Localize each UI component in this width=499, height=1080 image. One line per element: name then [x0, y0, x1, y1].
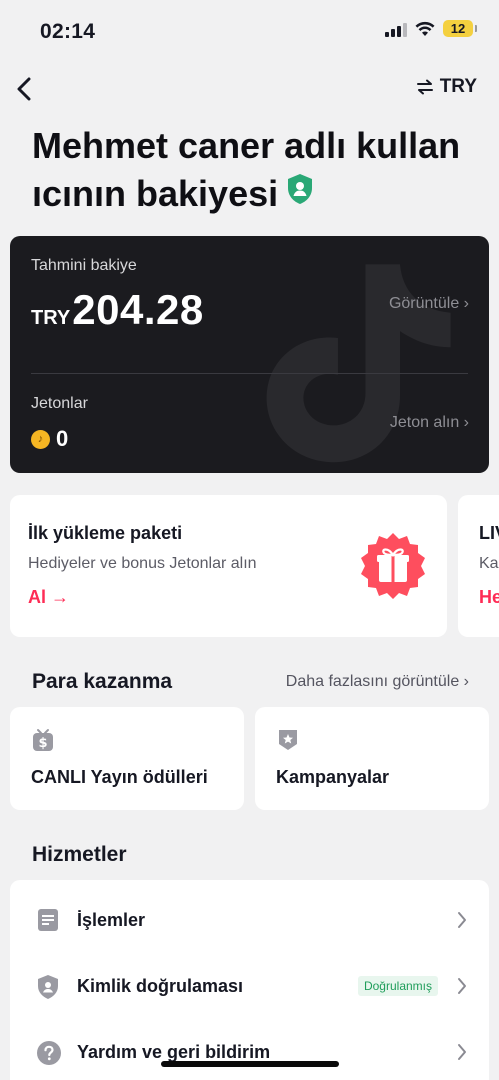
chevron-right-icon [458, 978, 466, 994]
nav-bar: TRY [0, 70, 499, 110]
battery-icon: 12 [443, 20, 477, 37]
estimated-balance-label: Tahmini bakiye [31, 257, 137, 274]
earn-section-title: Para kazanma [32, 670, 173, 693]
promo2-subtitle: Ka [479, 555, 499, 572]
svg-text:$: $ [38, 736, 47, 751]
first-recharge-card[interactable]: İlk yükleme paketi Hediyeler ve bonus Je… [10, 495, 447, 637]
document-icon [38, 909, 58, 931]
service-label-transactions: İşlemler [77, 910, 146, 930]
promo-get-button[interactable]: Al → [28, 587, 69, 608]
signal-icon [385, 21, 407, 37]
buy-coins-link[interactable]: Jeton alın › [390, 414, 469, 432]
chevron-left-icon [17, 77, 31, 101]
home-indicator [161, 1061, 339, 1067]
campaigns-label: Kampanyalar [276, 767, 390, 787]
campaign-badge-icon [279, 730, 297, 750]
page-title-line2-wrap: ıcının bakiyesi [32, 170, 482, 220]
balance-value: 204.28 [72, 286, 204, 333]
view-more-link[interactable]: Daha fazlasını görüntüle › [286, 673, 469, 691]
services-section-title: Hizmetler [32, 843, 127, 866]
service-label-identity: Kimlik doğrulaması [77, 976, 244, 996]
swap-arrows-icon [416, 79, 433, 95]
coin-icon: ♪ [31, 429, 50, 449]
view-balance-link[interactable]: Görüntüle › [389, 295, 469, 313]
verified-shield-icon [286, 169, 314, 217]
status-icons: 12 [385, 20, 477, 37]
service-row-help[interactable]: Yardım ve geri bildirim [10, 1016, 489, 1080]
gift-icon [361, 533, 425, 599]
live-gift-icon: $ [33, 729, 53, 751]
live-rewards-label: CANLI Yayın ödülleri [31, 767, 208, 787]
page-title: Mehmet caner adlı kullan ıcının bakiyesi [32, 122, 482, 220]
balance-amount: TRY 204.28 [31, 286, 204, 334]
coins-value: 0 [56, 426, 69, 451]
live-promo-card[interactable]: LIV Ka He [458, 495, 499, 637]
currency-code: TRY [439, 76, 477, 97]
status-bar: 02:14 12 [0, 0, 499, 62]
chevron-right-icon [458, 1044, 466, 1060]
live-rewards-tile[interactable]: $ CANLI Yayın ödülleri [10, 707, 244, 810]
promo2-cta[interactable]: He [479, 587, 499, 608]
promo2-title: LIV [479, 523, 499, 543]
status-time: 02:14 [40, 20, 96, 43]
promo-subtitle: Hediyeler ve bonus Jetonlar alın [28, 555, 257, 572]
help-icon [37, 1041, 61, 1065]
verified-status-badge: Doğrulanmış [357, 976, 438, 996]
service-row-transactions[interactable]: İşlemler [10, 884, 489, 950]
campaigns-tile[interactable]: Kampanyalar [255, 707, 489, 810]
services-card: İşlemler Kimlik doğrulaması Doğrulanmış … [10, 880, 489, 1080]
service-label-help: Yardım ve geri bildirim [77, 1042, 271, 1062]
wifi-icon [415, 21, 435, 36]
promo-title: İlk yükleme paketi [28, 523, 183, 543]
tiktok-logo-watermark [266, 264, 451, 463]
chevron-right-icon [458, 912, 466, 928]
shield-user-icon [38, 975, 58, 999]
coins-row: ♪ 0 [31, 426, 68, 452]
service-row-identity[interactable]: Kimlik doğrulaması Doğrulanmış [10, 950, 489, 1016]
card-divider [31, 373, 468, 374]
coins-label: Jetonlar [31, 395, 88, 412]
balance-currency: TRY [31, 307, 71, 329]
currency-switch-button[interactable]: TRY [416, 76, 477, 98]
balance-card: Tahmini bakiye TRY 204.28 Görüntüle › Je… [10, 236, 489, 473]
page-title-line1: Mehmet caner adlı kullan [32, 125, 461, 166]
page-title-line2: ıcının bakiyesi [32, 173, 279, 214]
back-button[interactable] [16, 72, 44, 106]
